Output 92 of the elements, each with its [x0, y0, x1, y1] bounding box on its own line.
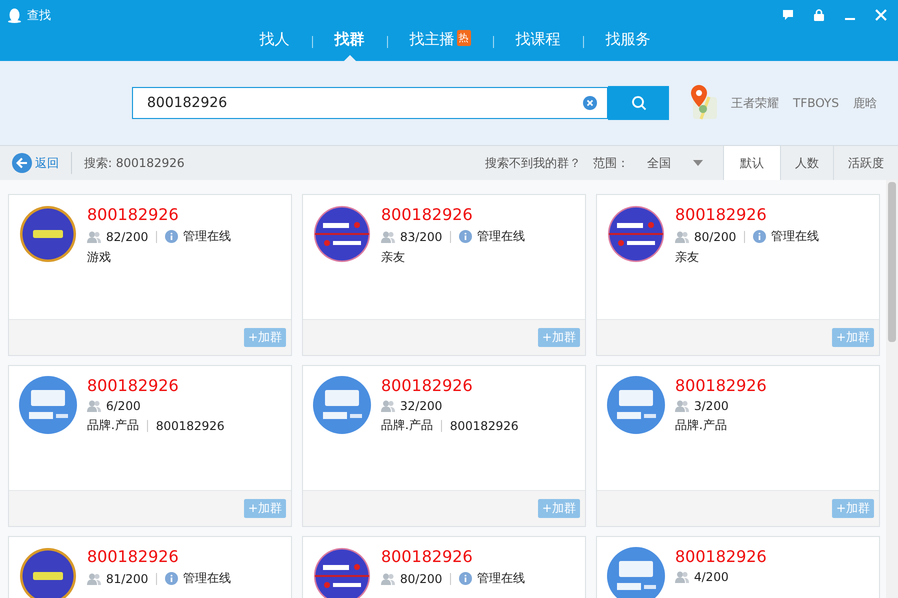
admin-online-status: 管理在线	[477, 570, 526, 587]
hot-keyword-link[interactable]: 王者荣耀	[731, 94, 779, 112]
penguin-icon	[8, 8, 21, 22]
group-tag: 品牌.产品	[675, 417, 727, 434]
group-tag: 亲友	[675, 249, 699, 266]
map-pin-icon[interactable]	[689, 85, 719, 121]
group-number-link[interactable]: 800182926	[675, 376, 767, 395]
group-tag: 800182926	[156, 418, 225, 432]
group-tag: 品牌.产品	[87, 417, 139, 434]
caret-icon	[693, 160, 703, 166]
hot-badge: 热	[456, 30, 470, 46]
member-count: 80/200	[694, 230, 736, 244]
close-icon[interactable]	[875, 9, 887, 21]
tab[interactable]: 找主播 热	[388, 30, 492, 61]
group-avatar-drawing	[313, 376, 371, 434]
back-button[interactable]: 返回	[0, 152, 72, 174]
hot-keyword-link[interactable]: 鹿晗	[853, 94, 877, 112]
group-tag: 品牌.产品	[381, 417, 433, 434]
member-count: 83/200	[400, 230, 442, 244]
members-icon	[381, 230, 395, 242]
group-number-link[interactable]: 800182926	[381, 547, 526, 566]
group-number-link[interactable]: 800182926	[675, 205, 820, 224]
group-avatar-drawing	[19, 376, 77, 434]
group-avatar-drawing	[19, 547, 77, 598]
scope-label: 范围：	[593, 154, 629, 172]
search-field[interactable]: 800182926	[145, 94, 583, 112]
help-link[interactable]: 搜索不到我的群？	[485, 154, 581, 172]
info-icon	[459, 572, 472, 585]
hot-keyword-link[interactable]: TFBOYS	[793, 96, 839, 110]
admin-online-status: 管理在线	[183, 570, 232, 587]
member-count: 32/200	[400, 399, 442, 413]
members-icon	[675, 230, 689, 242]
group-card[interactable]: 800182926 81/200 管理在线	[8, 536, 292, 598]
group-tag: 亲友	[381, 249, 405, 266]
scope-dropdown[interactable]: 全国	[647, 154, 703, 172]
search-box[interactable]: 800182926	[132, 87, 608, 119]
clear-icon[interactable]	[583, 96, 597, 110]
group-card[interactable]: 800182926 82/200 管理在线 游戏 +加群	[8, 194, 292, 356]
group-number-link[interactable]: 800182926	[87, 205, 232, 224]
member-count: 4/200	[694, 570, 729, 584]
admin-online-status: 管理在线	[477, 228, 526, 245]
member-count: 6/200	[106, 399, 141, 413]
members-icon	[381, 572, 395, 584]
group-card[interactable]: 800182926 83/200 管理在线 亲友 +加群	[302, 194, 586, 356]
group-card[interactable]: 800182926 32/200 品牌.产品 800182926 +加群	[302, 365, 586, 527]
info-icon	[459, 230, 472, 243]
group-number-link[interactable]: 800182926	[381, 205, 526, 224]
group-avatar-drawing	[313, 205, 371, 263]
group-number-link[interactable]: 800182926	[675, 547, 767, 566]
search-button[interactable]	[608, 86, 669, 120]
group-card[interactable]: 800182926 80/200 管理在线 亲友 +加群	[596, 194, 880, 356]
group-avatar-drawing	[607, 205, 665, 263]
search-icon	[630, 95, 646, 111]
members-icon	[87, 400, 101, 412]
group-card[interactable]: 800182926 6/200 品牌.产品 800182926 +加群	[8, 365, 292, 527]
tab[interactable]: 找群	[312, 30, 386, 61]
admin-online-status: 管理在线	[183, 228, 232, 245]
members-icon	[675, 400, 689, 412]
tab[interactable]: 找服务	[584, 30, 672, 61]
info-icon	[753, 230, 766, 243]
window-title: 查找	[27, 6, 51, 24]
feedback-icon[interactable]	[782, 9, 794, 21]
group-card[interactable]: 800182926 3/200 品牌.产品 +加群	[596, 365, 880, 527]
info-icon	[165, 230, 178, 243]
group-number-link[interactable]: 800182926	[87, 376, 225, 395]
group-avatar-drawing	[313, 547, 371, 598]
lock-icon[interactable]	[813, 9, 825, 21]
member-count: 82/200	[106, 230, 148, 244]
admin-online-status: 管理在线	[771, 228, 820, 245]
member-count: 81/200	[106, 572, 148, 586]
group-avatar-drawing	[607, 547, 665, 598]
group-card[interactable]: 800182926 4/200	[596, 536, 880, 598]
group-number-link[interactable]: 800182926	[87, 547, 232, 566]
group-avatar-drawing	[19, 205, 77, 263]
member-count: 80/200	[400, 572, 442, 586]
tab[interactable]: 找课程	[494, 30, 582, 61]
info-icon	[165, 572, 178, 585]
group-tag: 800182926	[450, 418, 519, 432]
scrollbar[interactable]	[886, 180, 898, 598]
member-count: 3/200	[694, 399, 729, 413]
members-icon	[87, 572, 101, 584]
members-icon	[675, 571, 689, 583]
members-icon	[87, 230, 101, 242]
group-number-link[interactable]: 800182926	[381, 376, 519, 395]
tab[interactable]: 找人	[238, 30, 312, 61]
group-avatar-drawing	[607, 376, 665, 434]
scrollbar-thumb[interactable]	[888, 182, 896, 342]
group-card[interactable]: 800182926 80/200 管理在线	[302, 536, 586, 598]
sort-tab[interactable]: 默认	[723, 146, 780, 180]
members-icon	[381, 400, 395, 412]
search-query-text: 搜索: 800182926	[84, 154, 185, 172]
group-tag: 游戏	[87, 249, 111, 266]
